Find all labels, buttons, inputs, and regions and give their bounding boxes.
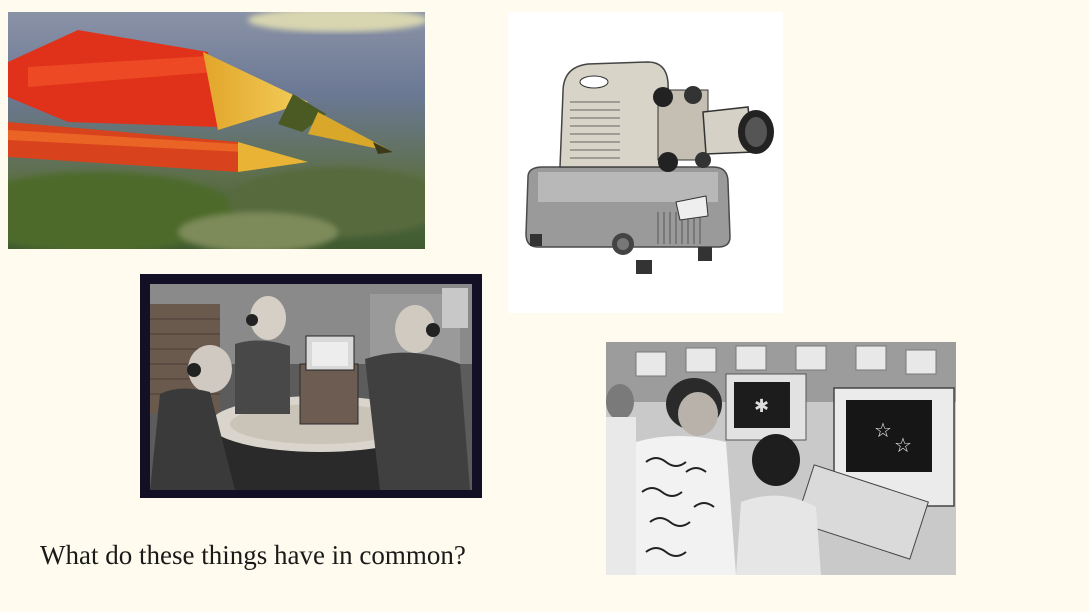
svg-text:☆: ☆ bbox=[874, 418, 892, 442]
classroom-computers-photo: ✱ ☆ ☆ bbox=[606, 342, 956, 575]
pencils-photo bbox=[8, 12, 425, 249]
slide-projector-photo bbox=[508, 12, 783, 313]
slide-question: What do these things have in common? bbox=[40, 540, 466, 570]
children-radio-photo bbox=[140, 274, 482, 498]
svg-text:✱: ✱ bbox=[754, 396, 769, 417]
svg-text:☆: ☆ bbox=[894, 433, 912, 457]
